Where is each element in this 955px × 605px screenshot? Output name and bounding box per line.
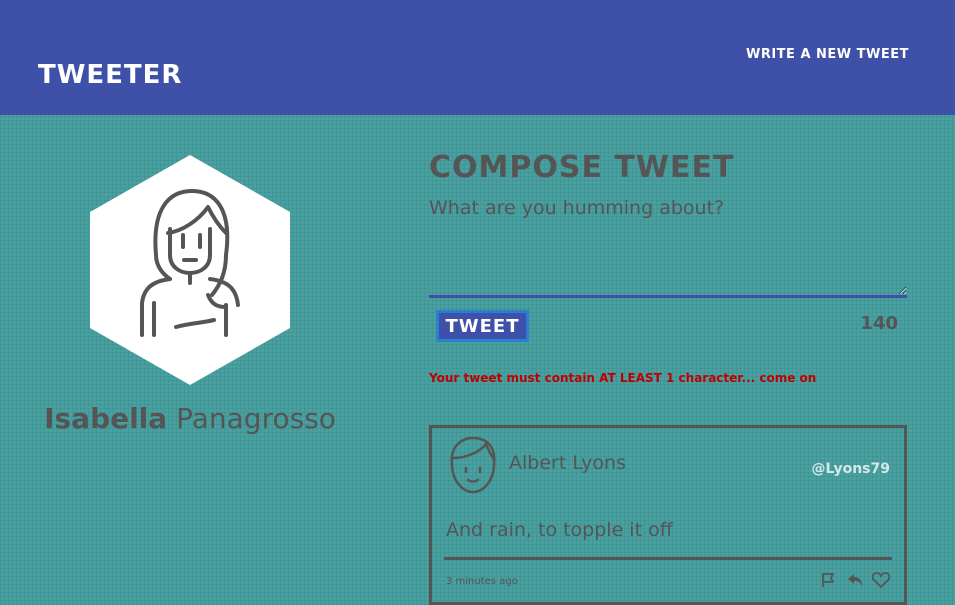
tweet-body: And rain, to topple it off bbox=[446, 519, 673, 541]
tweet-timestamp: 3 minutes ago bbox=[446, 576, 518, 587]
tweet-card: Albert Lyons @Lyons79 And rain, to toppl… bbox=[429, 425, 907, 605]
man-avatar-icon bbox=[446, 436, 500, 498]
tweet-author: Albert Lyons bbox=[509, 452, 626, 474]
profile-last-name: Panagrosso bbox=[176, 402, 336, 435]
profile-name: Isabella Panagrosso bbox=[30, 402, 350, 435]
compose-title: COMPOSE TWEET bbox=[429, 150, 735, 185]
tweet-textarea[interactable] bbox=[429, 195, 907, 298]
profile-first-name: Isabella bbox=[44, 402, 168, 435]
brand-logo[interactable]: TWEETER bbox=[38, 60, 182, 90]
error-message: Your tweet must contain AT LEAST 1 chara… bbox=[429, 371, 817, 385]
navbar: TWEETER WRITE A NEW TWEET bbox=[0, 0, 955, 115]
woman-avatar-icon bbox=[90, 155, 290, 385]
tweet-handle[interactable]: @Lyons79 bbox=[812, 461, 891, 477]
tweet-divider bbox=[444, 557, 892, 560]
char-counter: 140 bbox=[860, 313, 898, 334]
profile-avatar bbox=[90, 155, 290, 385]
write-tweet-link[interactable]: WRITE A NEW TWEET bbox=[746, 47, 909, 62]
tweet-button[interactable]: TWEET bbox=[436, 310, 529, 342]
